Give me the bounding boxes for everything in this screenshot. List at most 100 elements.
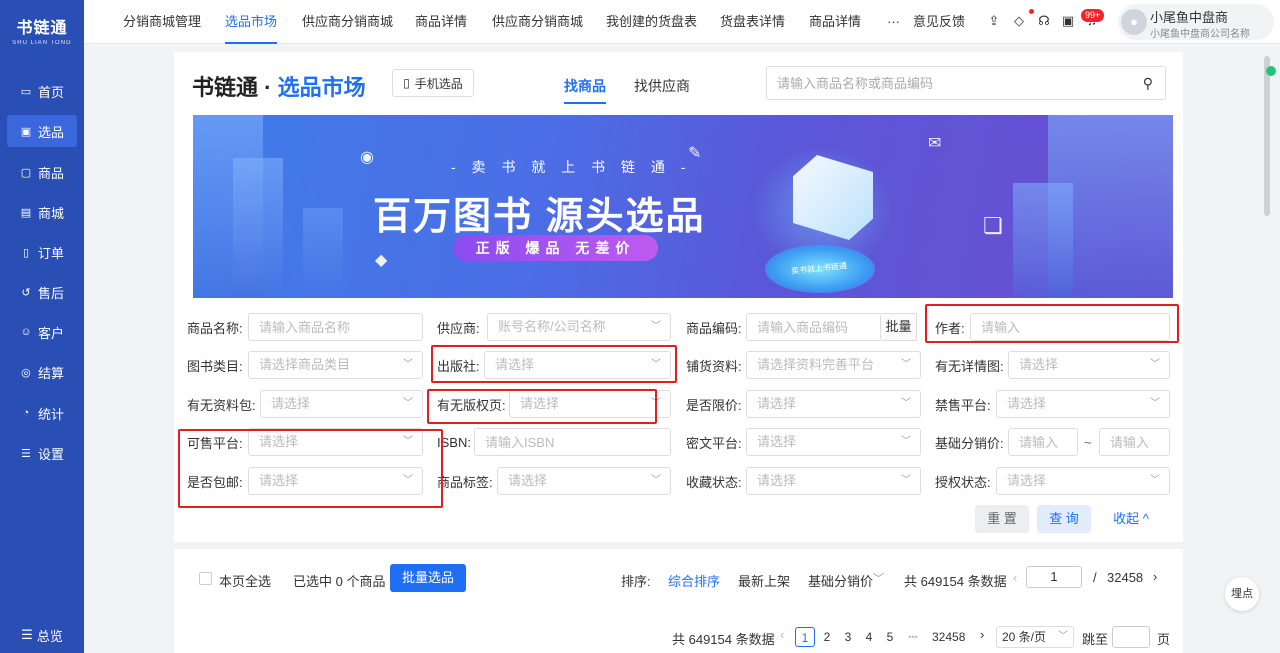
sidebar-item-select[interactable]: ▣ 选品 [7,115,77,147]
page-number-last[interactable]: 32458 [932,627,965,647]
tab-product-detail[interactable]: 商品详情 [415,0,467,44]
auth-status-select[interactable]: 请选择 ﹀ [996,467,1170,495]
tab-find-suppliers[interactable]: 找供应商 [634,76,690,96]
filter-label: 有无详情图: [935,358,1004,374]
sidebar-item-product[interactable]: ▢ 商品 [7,156,77,188]
sidebar-overview-label: 总览 [36,628,63,644]
book-category-select[interactable]: 请选择商品类目 ﹀ [248,351,423,379]
chevron-down-icon[interactable]: ﹀ [873,570,884,586]
sort-newest[interactable]: 最新上架 [738,571,790,590]
isbn-input[interactable] [485,429,670,455]
tracking-float-button[interactable]: 埋点 [1225,577,1259,611]
author-field[interactable] [970,313,1170,341]
top-tabbar: 分销商城管理 选品市场 供应商分销商城 商品详情 供应商分销商城 我创建的货盘表… [84,0,1280,44]
sidebar-overview[interactable]: ☰ 总览 [0,623,84,647]
sort-base-price[interactable]: 基础分销价 [808,571,873,590]
page-number[interactable]: 3 [839,627,857,647]
tab-pallet-detail[interactable]: 货盘表详情 [720,0,785,44]
tab-product-detail-2[interactable]: 商品详情 [809,0,861,44]
select-placeholder: 请选择 [520,396,560,411]
filter-label: 禁售平台: [935,397,991,413]
base-price-min-field[interactable] [1008,428,1078,456]
collapse-button[interactable]: 收起 ^ [1106,505,1156,533]
base-price-min-input[interactable] [1019,429,1077,455]
upload-icon[interactable]: ⇪ [986,13,1002,29]
sidebar-item-aftersale[interactable]: ↺ 售后 [7,276,77,308]
supplier-select[interactable]: 账号名称/公司名称 ﹀ [487,313,671,341]
sidebar-item-order[interactable]: ▯ 订单 [7,236,77,268]
query-button[interactable]: 查 询 [1037,505,1091,533]
jump-input[interactable] [1112,626,1150,648]
product-name-field[interactable] [248,313,423,341]
tab-distribution-mall[interactable]: 分销商城管理 [123,0,201,44]
sidebar-item-home[interactable]: ▭ 首页 [7,75,77,107]
page-size-select[interactable]: 20 条/页 ﹀ [996,626,1074,648]
base-price-max-input[interactable] [1110,429,1169,455]
product-name-input[interactable] [259,314,422,340]
app-logo[interactable]: 书链通 SHU LIAN TONG [0,0,84,60]
page-number[interactable]: 2 [818,627,836,647]
select-placeholder: 请选择 [508,473,548,488]
tab-find-products[interactable]: 找商品 [564,76,606,104]
diamond-icon[interactable]: ◇ [1011,13,1027,29]
tab-supplier-mall[interactable]: 供应商分销商城 [302,0,393,44]
search-input[interactable] [767,67,1127,99]
filter-product-name: 商品名称: [187,313,243,341]
sidebar-item-stats[interactable]: ◔ 统计 [7,397,77,429]
page-number[interactable]: 4 [860,627,878,647]
product-code-field[interactable] [746,313,881,341]
sidebar-item-settlement[interactable]: ◎ 结算 [7,356,77,388]
page-number[interactable]: 5 [881,627,899,647]
batch-select-button[interactable]: 批量选品 [390,564,466,592]
pagination-next-icon[interactable]: › [980,627,984,642]
sidebar-item-settings[interactable]: ☰ 设置 [7,437,77,469]
scroll-thumb[interactable] [1264,56,1270,216]
next-page-icon[interactable]: › [1153,569,1157,584]
batch-code-button[interactable]: 批量 [881,313,917,341]
page-ellipsis[interactable]: ••• [904,627,922,647]
pagination-prev-icon[interactable]: ‹ [780,627,784,642]
sellable-platform-select[interactable]: 请选择 ﹀ [248,428,423,456]
tab-my-pallet[interactable]: 我创建的货盘表 [606,0,697,44]
logo-text: 书链通 [16,20,68,37]
sidebar-item-store[interactable]: ▤ 商城 [7,196,77,228]
feedback-link[interactable]: 意见反馈 [913,0,965,44]
price-limited-select[interactable]: 请选择 ﹀ [746,390,921,418]
mobile-select-button[interactable]: ▯ 手机选品 [392,69,474,97]
more-tabs[interactable]: ··· [887,0,900,44]
banned-platform-select[interactable]: 请选择 ﹀ [996,390,1170,418]
page-scrollbar[interactable] [1262,48,1272,653]
select-page-label[interactable]: 本页全选 [219,571,271,590]
has-copyright-page-select[interactable]: 请选择 ﹀ [509,390,671,418]
product-code-input[interactable] [757,314,880,340]
free-shipping-select[interactable]: 请选择 ﹀ [248,467,423,495]
publisher-select[interactable]: 请选择 ﹀ [484,351,671,379]
filter-cipher-platform: 密文平台: [686,428,742,456]
page-number[interactable]: 1 [795,627,815,647]
isbn-field[interactable] [474,428,671,456]
page-input[interactable]: 1 [1026,566,1082,588]
headset-icon[interactable]: ☊ [1036,13,1052,29]
select-page-checkbox[interactable] [199,572,212,585]
filter-author: 作者: [935,313,965,341]
filter-label: 授权状态: [935,474,991,490]
prev-page-icon[interactable]: ‹ [1013,570,1017,585]
base-price-max-field[interactable] [1099,428,1170,456]
has-material-pack-select[interactable]: 请选择 ﹀ [260,390,423,418]
author-input[interactable] [981,314,1169,340]
tab-selection-market[interactable]: 选品市场 [225,0,278,44]
sort-comprehensive[interactable]: 综合排序 [668,571,720,590]
search-icon[interactable]: ⚲ [1143,75,1153,92]
supply-material-select[interactable]: 请选择资料完善平台 ﹀ [746,351,921,379]
filter-free-shipping: 是否包邮: [187,467,243,495]
cipher-platform-select[interactable]: 请选择 ﹀ [746,428,921,456]
product-tag-select[interactable]: 请选择 ﹀ [497,467,671,495]
sidebar-item-customer[interactable]: ☺ 客户 [7,316,77,348]
reset-button[interactable]: 重 置 [975,505,1029,533]
user-menu[interactable]: ● 小尾鱼中盘商 小尾鱼中盘商公司名称 [1118,4,1274,40]
has-detail-image-select[interactable]: 请选择 ﹀ [1008,351,1170,379]
favorite-status-select[interactable]: 请选择 ﹀ [746,467,921,495]
tab-supplier-mall-2[interactable]: 供应商分销商城 [492,0,583,44]
promo-banner[interactable]: ◉ ✎ ✉ ❏ ◆ - 卖 书 就 上 书 链 通 - 百万图书 源头选品 正版… [193,115,1173,298]
message-icon[interactable]: ▣ [1060,13,1076,29]
